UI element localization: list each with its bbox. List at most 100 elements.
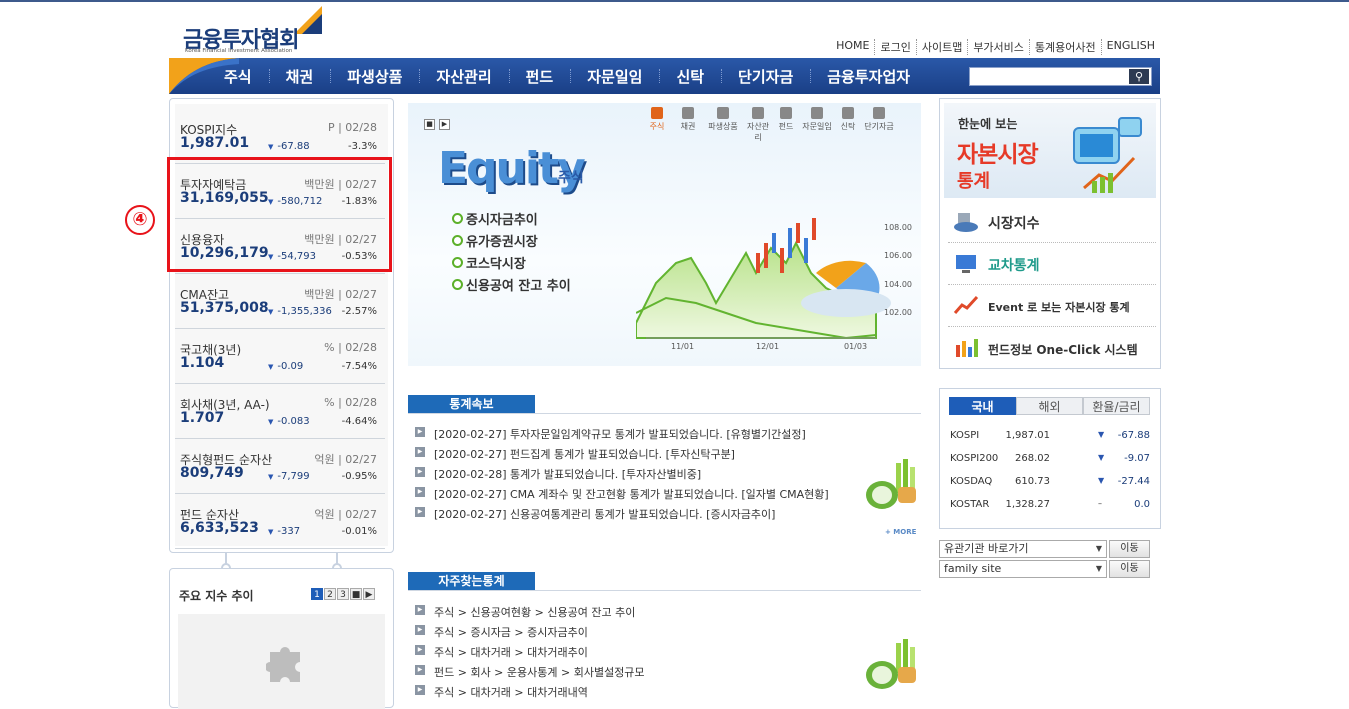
stats-event-link[interactable]: Event 로 보는 자본시장 통계 xyxy=(948,285,1156,327)
nav-stock[interactable]: 주식 xyxy=(207,66,269,87)
index-unit-date: P | 02/28 xyxy=(327,121,377,134)
stats-market-index-link[interactable]: 시장지수 xyxy=(948,201,1156,243)
frequent-stat-link[interactable]: 주식 > 대차거래 > 대차거래추이 xyxy=(415,644,645,664)
box-icon xyxy=(752,107,764,119)
index-row[interactable]: 펀드 순자산 억원 | 02/27 6,633,523 -337 -0.01% xyxy=(175,494,385,549)
related-org-go-button[interactable]: 이동 xyxy=(1109,540,1150,558)
people-icon xyxy=(717,107,729,119)
index-row[interactable]: 국고채(3년) % | 02/28 1.104 -0.09 -7.54% xyxy=(175,329,385,384)
news-item[interactable]: [2020-02-27] CMA 계좌수 및 잔고현황 통계가 발표되었습니다.… xyxy=(415,486,829,506)
util-login-link[interactable]: 로그인 xyxy=(874,39,915,55)
banner-play-button[interactable]: ▶ xyxy=(439,119,450,130)
main-index-title: 주요 지수 추이 xyxy=(179,589,254,603)
util-english-link[interactable]: ENGLISH xyxy=(1100,39,1160,55)
speech-bubble-icon xyxy=(811,107,823,119)
pager-page-3[interactable]: 3 xyxy=(337,588,349,600)
index-row[interactable]: KOSPI지수 P | 02/28 1,987.01 -67.88 -3.3% xyxy=(175,109,385,164)
pager-stop-button[interactable]: ■ xyxy=(350,588,362,600)
tab-domestic[interactable]: 국내 xyxy=(949,397,1016,415)
related-org-select[interactable]: 유관기관 바로가기 xyxy=(939,540,1107,558)
search-icon[interactable]: ⚲ xyxy=(1129,69,1149,84)
nav-investment-firms[interactable]: 금융투자업자 xyxy=(810,66,927,87)
banner-tab-short-term[interactable]: 단기자금 xyxy=(863,105,895,135)
banner-tab-advisory[interactable]: 자문일임 xyxy=(801,105,833,135)
market-name: KOSPI xyxy=(950,430,980,441)
stats-banner-head[interactable]: 한눈에 보는 자본시장 통계 xyxy=(944,103,1156,198)
family-site-select[interactable]: family site xyxy=(939,560,1107,578)
index-change: -337 xyxy=(268,526,300,537)
stats-cross-link[interactable]: 교차통계 xyxy=(948,243,1156,285)
main-nav: 주식 채권 파생상품 자산관리 펀드 자문일임 신탁 단기자금 금융투자업자 ⚲ xyxy=(169,58,1160,94)
search-input[interactable]: ⚲ xyxy=(969,67,1152,86)
tab-overseas[interactable]: 해외 xyxy=(1016,397,1083,415)
highlight-box xyxy=(167,157,392,272)
nav-derivatives[interactable]: 파생상품 xyxy=(330,66,419,87)
news-item[interactable]: [2020-02-27] 신용공여통계관리 통계가 발표되었습니다. [증시자금… xyxy=(415,506,829,526)
nav-trust[interactable]: 신탁 xyxy=(659,66,721,87)
news-section-divider xyxy=(408,413,921,414)
index-value: 809,749 xyxy=(180,465,244,481)
banner-stop-button[interactable]: ■ xyxy=(424,119,435,130)
banner-tab-trust[interactable]: 신탁 xyxy=(838,105,858,135)
market-value: 268.02 xyxy=(1015,453,1050,464)
logo[interactable]: 금융투자협회 Korea Financial Investment Associ… xyxy=(180,4,325,58)
frequent-stat-link[interactable]: 주식 > 신용공여현황 > 신용공여 잔고 추이 xyxy=(415,604,645,624)
nav-fund[interactable]: 펀드 xyxy=(508,66,571,87)
util-sitemap-link[interactable]: 사이트맵 xyxy=(915,39,967,55)
banner-tab-derivatives[interactable]: 파생상품 xyxy=(706,105,740,135)
index-row[interactable]: CMA잔고 백만원 | 02/27 51,375,008 -1,355,336 … xyxy=(175,274,385,329)
news-item[interactable]: [2020-02-27] 투자자문일임계약규모 통계가 발표되었습니다. [유형… xyxy=(415,426,829,446)
pager-page-1[interactable]: 1 xyxy=(311,588,323,600)
nav-asset-management[interactable]: 자산관리 xyxy=(419,66,508,87)
banner-link[interactable]: 유가증권시장 xyxy=(452,231,571,253)
market-name: KOSDAQ xyxy=(950,476,993,487)
news-item[interactable]: [2020-02-28] 통계가 발표되었습니다. [투자자산별비중] xyxy=(415,466,829,486)
util-glossary-link[interactable]: 통계용어사전 xyxy=(1028,39,1101,55)
banner-tab-stock[interactable]: 주식 xyxy=(644,105,670,135)
index-percent: -7.54% xyxy=(341,361,377,372)
banner-tab-fund[interactable]: 펀드 xyxy=(776,105,796,135)
news-item[interactable]: [2020-02-27] 펀드집계 통계가 발표되었습니다. [투자신탁구분] xyxy=(415,446,829,466)
lock-icon xyxy=(842,107,854,119)
news-list: [2020-02-27] 투자자문일임계약규모 통계가 발표되었습니다. [유형… xyxy=(415,426,829,526)
utility-nav: HOME 로그인 사이트맵 부가서비스 통계용어사전 ENGLISH xyxy=(831,39,1160,55)
util-home-link[interactable]: HOME xyxy=(831,39,874,55)
banner-link[interactable]: 코스닥시장 xyxy=(452,253,571,275)
index-unit-date: % | 02/28 xyxy=(324,396,377,409)
frequent-stat-link[interactable]: 펀드 > 회사 > 운용사통계 > 회사별설정규모 xyxy=(415,664,645,684)
stats-item-label: Event 로 보는 자본시장 통계 xyxy=(988,301,1130,314)
capital-market-stats-panel: 한눈에 보는 자본시장 통계 시장지수 교차통계 Event 로 보는 자본시장… xyxy=(939,98,1161,369)
banner-tab-bond[interactable]: 채권 xyxy=(675,105,701,135)
down-arrow-icon: ▼ xyxy=(1098,430,1105,439)
nav-short-term-fund[interactable]: 단기자금 xyxy=(721,66,810,87)
nav-advisory[interactable]: 자문일임 xyxy=(570,66,659,87)
market-change: -67.88 xyxy=(1117,430,1150,441)
banner-link[interactable]: 증시자금추이 xyxy=(452,209,571,231)
news-more-link[interactable]: + MORE xyxy=(885,528,916,536)
stats-head-line2: 자본시장 xyxy=(957,142,1039,168)
pager-play-button[interactable]: ▶ xyxy=(363,588,375,600)
banner-tab-label: 파생상품 xyxy=(708,122,738,131)
tab-fx-rates[interactable]: 환율/금리 xyxy=(1083,397,1150,415)
banner-link[interactable]: 신용공여 잔고 추이 xyxy=(452,275,571,297)
index-percent: -0.95% xyxy=(341,471,377,482)
family-site-go-button[interactable]: 이동 xyxy=(1109,560,1150,578)
index-row[interactable]: 회사채(3년, AA-) % | 02/28 1.707 -0.083 -4.6… xyxy=(175,384,385,439)
chart-y-tick: 102.00 xyxy=(884,308,912,317)
index-percent: -3.3% xyxy=(347,141,377,152)
frequent-stat-link[interactable]: 주식 > 대차거래 > 대차거래내역 xyxy=(415,684,645,704)
index-change: -7,799 xyxy=(268,471,309,482)
monitor-chart-illustration xyxy=(1073,117,1142,193)
pager-page-2[interactable]: 2 xyxy=(324,588,336,600)
market-row: KOSPI200 268.02 ▼ -9.07 xyxy=(950,448,1150,470)
frequent-stats-list: 주식 > 신용공여현황 > 신용공여 잔고 추이 주식 > 증시자금 > 증시자… xyxy=(415,604,645,704)
banner-tab-label: 단기자금 xyxy=(864,122,894,131)
nav-bond[interactable]: 채권 xyxy=(268,66,331,87)
util-extra-services-link[interactable]: 부가서비스 xyxy=(967,39,1029,55)
market-index-box: 국내 해외 환율/금리 KOSPI 1,987.01 ▼ -67.88 KOSP… xyxy=(939,388,1161,529)
banner-tab-asset[interactable]: 자산관리 xyxy=(745,105,771,142)
frequent-stat-link[interactable]: 주식 > 증시자금 > 증시자금추이 xyxy=(415,624,645,644)
market-row: KOSTAR 1,328.27 – 0.0 xyxy=(950,494,1150,516)
index-row[interactable]: 주식형펀드 순자산 억원 | 02/27 809,749 -7,799 -0.9… xyxy=(175,439,385,494)
stats-fund-oneclick-link[interactable]: 펀드정보 One-Click 시스템 xyxy=(948,327,1156,369)
